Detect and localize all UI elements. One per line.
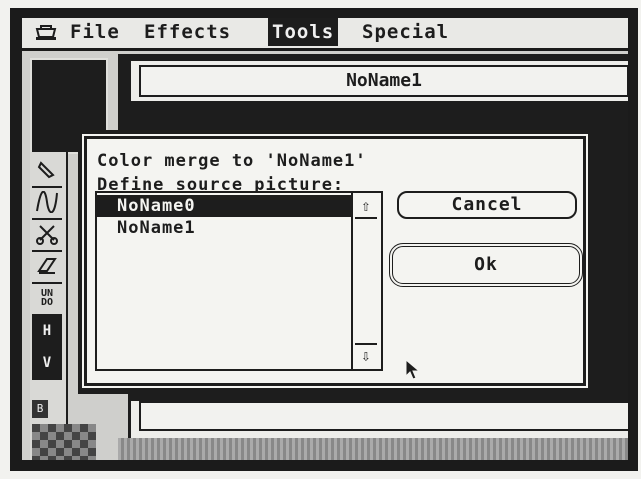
pattern-swatch[interactable] <box>32 424 96 460</box>
window-title[interactable]: NoName1 <box>139 65 628 97</box>
list-item[interactable]: NoName0 <box>97 195 351 217</box>
screen: File Effects Tools Special NoName1 UN DO… <box>22 18 628 460</box>
h-flip-button[interactable]: H <box>32 316 62 348</box>
curve-tool-icon[interactable] <box>32 188 62 220</box>
menu-effects[interactable]: Effects <box>140 18 235 46</box>
apple-menu-icon[interactable] <box>34 22 58 42</box>
v-flip-button[interactable]: V <box>32 348 62 380</box>
menu-file[interactable]: File <box>66 18 124 46</box>
list-scrollbar[interactable]: ⇧ ⇩ <box>351 193 381 369</box>
dialog-prompt: Color merge to 'NoName1' <box>97 151 367 171</box>
source-picture-list[interactable]: NoName0 NoName1 ⇧ ⇩ <box>95 191 383 371</box>
b-label: B <box>32 400 48 418</box>
color-merge-dialog: Color merge to 'NoName1' Define source p… <box>78 130 594 394</box>
desktop-pattern <box>118 438 628 460</box>
pencil-tool-icon[interactable] <box>32 156 62 188</box>
scroll-up-arrow-icon[interactable]: ⇧ <box>355 195 377 219</box>
ok-button[interactable]: Ok <box>389 243 583 287</box>
monitor-frame: File Effects Tools Special NoName1 UN DO… <box>10 8 638 471</box>
menu-special[interactable]: Special <box>358 18 453 46</box>
menu-bar: File Effects Tools Special <box>22 18 628 51</box>
mouse-pointer-icon <box>405 358 421 385</box>
cancel-button[interactable]: Cancel <box>397 191 577 219</box>
eraser-tool-icon[interactable] <box>32 252 62 284</box>
tool-palette: UN DO H V B <box>30 152 96 460</box>
menu-tools[interactable]: Tools <box>268 18 339 46</box>
scissors-tool-icon[interactable] <box>32 220 62 252</box>
dialog-body: Color merge to 'NoName1' Define source p… <box>82 134 588 388</box>
list-item[interactable]: NoName1 <box>97 217 351 239</box>
window-bottom-bar <box>139 401 628 431</box>
scroll-down-arrow-icon[interactable]: ⇩ <box>355 343 377 367</box>
undo-button[interactable]: UN DO <box>32 284 62 316</box>
